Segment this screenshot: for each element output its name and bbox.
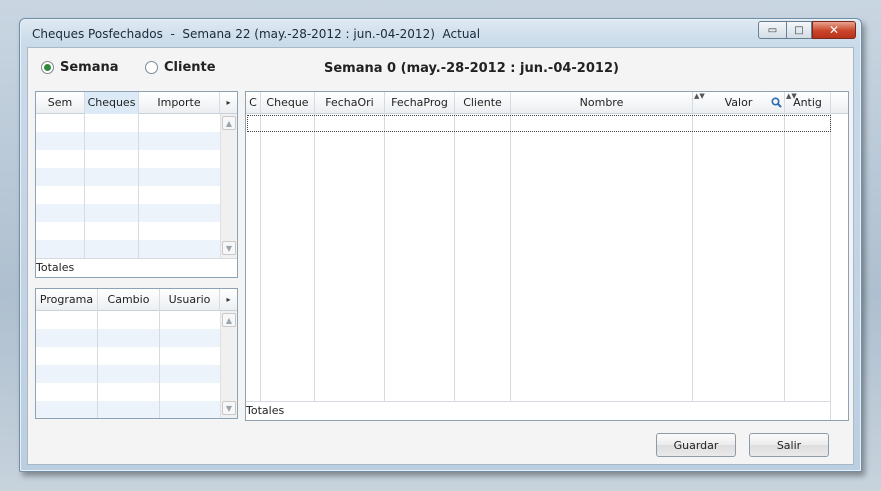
title-bar[interactable]: Cheques Posfechados - Semana 22 (may.-28… [20,19,861,47]
salir-button[interactable]: Salir [749,433,829,457]
more-columns-arrow-icon[interactable]: ▸ [220,289,237,311]
column-divider [510,114,511,401]
column-divider [260,114,261,401]
sort-icon[interactable]: ▲▼ [786,93,797,100]
table-row[interactable] [36,186,220,204]
focused-empty-row[interactable] [247,115,831,132]
column-header-cliente[interactable]: Cliente [455,92,511,114]
column-header-usuario[interactable]: Usuario [160,289,220,311]
scroll-up-icon[interactable]: ▲ [222,313,236,327]
table-row[interactable] [36,114,220,132]
table-row[interactable] [36,168,220,186]
column-header-valor[interactable]: ▲▼ Valor [693,92,785,114]
column-divider [138,114,139,258]
column-divider [784,114,785,401]
column-header-fechaprog[interactable]: FechaProg [385,92,455,114]
column-divider [692,114,693,401]
column-divider [97,311,98,418]
program-scrollbar[interactable]: ▲ ▼ [220,311,237,418]
program-grid[interactable]: Programa Cambio Usuario ▸ ▲ ▼ [35,288,238,419]
table-row[interactable] [36,240,220,258]
column-header-cambio[interactable]: Cambio [98,289,160,311]
table-row[interactable] [36,222,220,240]
table-row[interactable] [36,383,220,401]
minimize-button[interactable]: ▭ [758,21,786,39]
column-divider [314,114,315,401]
column-divider [454,114,455,401]
column-header-fechaori[interactable]: FechaOri [315,92,385,114]
radio-cliente-indicator[interactable] [145,61,158,74]
scroll-up-icon[interactable]: ▲ [222,116,236,130]
table-row[interactable] [36,311,220,329]
table-row[interactable] [36,204,220,222]
column-header-antig[interactable]: ▲▼ Antig [785,92,831,114]
totals-divider [246,401,830,402]
column-header-cheque[interactable]: Cheque [261,92,315,114]
column-divider [384,114,385,401]
column-header-cheques[interactable]: Cheques [85,92,139,114]
scroll-down-icon[interactable]: ▼ [222,241,236,255]
column-header-programa[interactable]: Programa [36,289,98,311]
maximize-icon: □ [794,24,804,36]
window-title: Cheques Posfechados - Semana 22 (may.-28… [32,27,481,41]
weeks-grid[interactable]: Sem Cheques Importe ▸ ▲ ▼ Totales [35,91,238,278]
column-header-nombre[interactable]: Nombre [511,92,693,114]
radio-semana[interactable]: Semana [41,60,119,75]
table-row[interactable] [36,347,220,365]
weeks-scrollbar[interactable]: ▲ ▼ [220,114,237,258]
table-row[interactable] [36,150,220,168]
sort-icon[interactable]: ▲▼ [694,93,705,100]
column-header-valor-label: Valor [724,96,753,109]
more-columns-arrow-icon[interactable]: ▸ [220,92,237,114]
cheques-grid[interactable]: C Cheque FechaOri FechaProg Cliente Nomb… [245,91,849,421]
scroll-down-icon[interactable]: ▼ [222,401,236,415]
table-row[interactable] [36,365,220,383]
radio-selected-icon [44,64,51,71]
guardar-button[interactable]: Guardar [656,433,736,457]
week-range-title: Semana 0 (may.-28-2012 : jun.-04-2012) [324,61,619,76]
column-header-c[interactable]: C [246,92,261,114]
maximize-button[interactable]: □ [786,21,812,39]
program-grid-header: Programa Cambio Usuario ▸ [36,289,237,311]
totals-divider [36,258,237,259]
cheques-grid-header: C Cheque FechaOri FechaProg Cliente Nomb… [246,92,848,114]
radio-cliente[interactable]: Cliente [145,60,216,75]
close-icon: ✕ [828,23,840,37]
minimize-icon: ▭ [767,24,778,36]
search-icon[interactable] [771,97,782,108]
cheques-totals-label: Totales [246,404,285,417]
client-area: Semana Cliente Semana 0 (may.-28-2012 : … [27,47,854,465]
table-row[interactable] [36,329,220,347]
close-button[interactable]: ✕ [812,21,856,39]
radio-semana-label: Semana [60,60,119,75]
cheques-window: Cheques Posfechados - Semana 22 (may.-28… [19,18,862,472]
weeks-totals-label: Totales [36,261,75,274]
column-header-sem[interactable]: Sem [36,92,85,114]
table-row[interactable] [36,132,220,150]
column-divider [159,311,160,418]
column-divider [830,114,831,420]
column-header-importe[interactable]: Importe [139,92,220,114]
column-header-antig-label: Antig [793,96,822,109]
column-divider [84,114,85,258]
weeks-grid-header: Sem Cheques Importe ▸ [36,92,237,114]
radio-cliente-label: Cliente [164,60,216,75]
radio-semana-indicator[interactable] [41,61,54,74]
table-row[interactable] [36,401,220,418]
